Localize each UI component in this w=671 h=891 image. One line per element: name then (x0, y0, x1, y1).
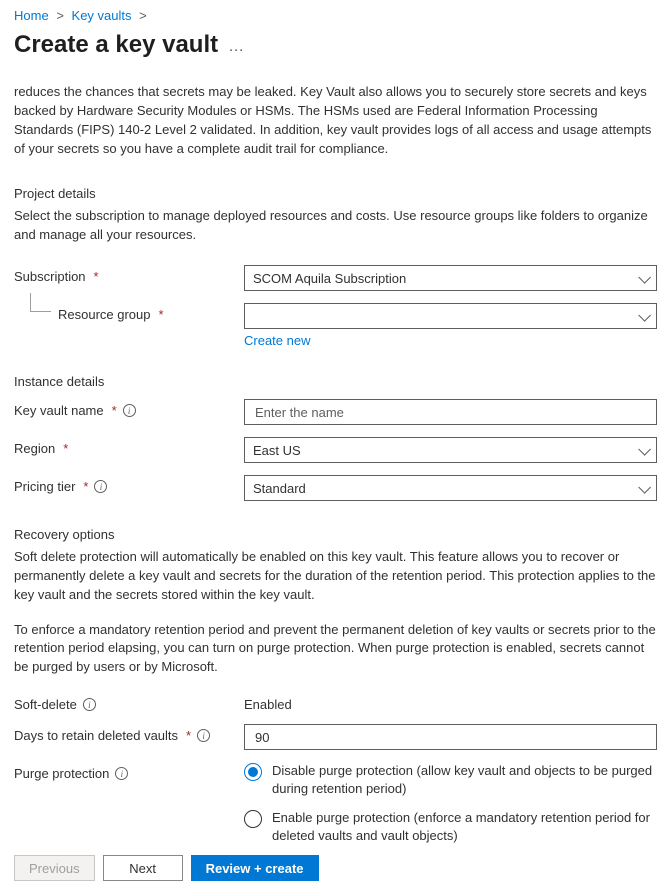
breadcrumb-keyvaults[interactable]: Key vaults (72, 8, 132, 23)
recovery-p2: To enforce a mandatory retention period … (14, 621, 657, 678)
info-icon[interactable]: i (83, 698, 96, 711)
chevron-down-icon (638, 485, 648, 491)
next-button[interactable]: Next (103, 855, 183, 881)
page-title: Create a key vault (14, 31, 218, 59)
chevron-right-icon: > (56, 8, 64, 23)
pricing-value: Standard (253, 481, 306, 496)
label-keyvault-name: Key vault name* i (14, 399, 244, 418)
label-retain-days: Days to retain deleted vaults* i (14, 724, 244, 743)
section-header-project: Project details (14, 186, 657, 201)
info-icon[interactable]: i (94, 480, 107, 493)
label-purge-protection: Purge protection i (14, 762, 244, 781)
pricing-select[interactable]: Standard (244, 475, 657, 501)
retain-days-input-wrap (244, 724, 657, 750)
chevron-right-icon: > (139, 8, 147, 23)
radio-label-disable: Disable purge protection (allow key vaul… (272, 762, 657, 798)
resource-group-select[interactable] (244, 303, 657, 329)
previous-button: Previous (14, 855, 95, 881)
radio-purge-enable[interactable]: Enable purge protection (enforce a manda… (244, 809, 657, 845)
section-header-recovery: Recovery options (14, 527, 657, 542)
info-icon[interactable]: i (115, 767, 128, 780)
region-select[interactable]: East US (244, 437, 657, 463)
label-region: Region* (14, 437, 244, 456)
radio-label-enable: Enable purge protection (enforce a manda… (272, 809, 657, 845)
radio-icon (244, 810, 262, 828)
purge-protection-radio-group: Disable purge protection (allow key vaul… (244, 762, 657, 845)
recovery-p1: Soft delete protection will automaticall… (14, 548, 657, 605)
info-icon[interactable]: i (197, 729, 210, 742)
create-new-link[interactable]: Create new (244, 333, 310, 348)
breadcrumb: Home > Key vaults > (14, 8, 657, 23)
review-create-button[interactable]: Review + create (191, 855, 319, 881)
info-icon[interactable]: i (123, 404, 136, 417)
chevron-down-icon (638, 313, 648, 319)
label-soft-delete: Soft-delete i (14, 693, 244, 712)
region-value: East US (253, 443, 301, 458)
label-pricing: Pricing tier* i (14, 475, 244, 494)
breadcrumb-home[interactable]: Home (14, 8, 49, 23)
subscription-select[interactable]: SCOM Aquila Subscription (244, 265, 657, 291)
retain-days-input[interactable] (253, 729, 648, 746)
radio-icon (244, 763, 262, 781)
subscription-value: SCOM Aquila Subscription (253, 271, 406, 286)
keyvault-name-input[interactable] (253, 404, 648, 421)
soft-delete-value: Enabled (244, 693, 657, 712)
section-header-instance: Instance details (14, 374, 657, 389)
label-resource-group: Resource group* (14, 303, 244, 322)
intro-text: reduces the chances that secrets may be … (14, 83, 657, 158)
chevron-down-icon (638, 275, 648, 281)
section-desc-project: Select the subscription to manage deploy… (14, 207, 657, 245)
footer-bar: Previous Next Review + create (14, 855, 657, 881)
keyvault-name-input-wrap (244, 399, 657, 425)
radio-purge-disable[interactable]: Disable purge protection (allow key vaul… (244, 762, 657, 798)
label-subscription: Subscription* (14, 265, 244, 284)
more-actions-icon[interactable]: … (228, 38, 245, 56)
chevron-down-icon (638, 447, 648, 453)
